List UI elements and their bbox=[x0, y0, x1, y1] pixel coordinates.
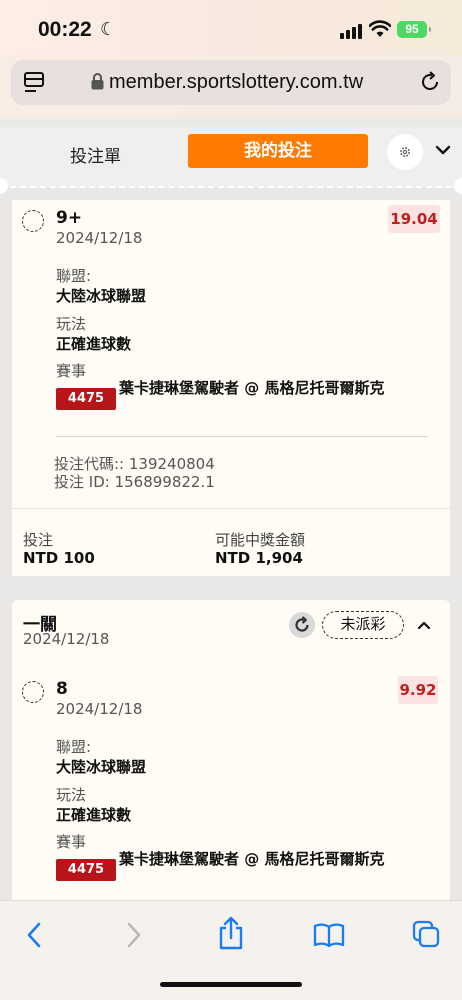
cellular-signal-icon bbox=[340, 24, 362, 39]
share-icon[interactable] bbox=[217, 916, 245, 950]
gear-icon bbox=[400, 147, 410, 157]
forward-icon[interactable] bbox=[124, 920, 144, 950]
selection-checkbox[interactable] bbox=[22, 681, 44, 703]
event-name: 葉卡捷琳堡駕駛者 @ 馬格尼托哥爾斯克 bbox=[119, 850, 385, 868]
selection-checkbox[interactable] bbox=[22, 210, 44, 232]
league-value: 大陸冰球聯盟 bbox=[56, 758, 147, 776]
market-value: 正確進球數 bbox=[56, 806, 132, 824]
selection-date: 2024/12/18 bbox=[56, 700, 143, 718]
tabs-icon[interactable] bbox=[412, 920, 440, 948]
card-footer: 投注 NTD 100 可能中獎金額 NTD 1,904 bbox=[12, 508, 450, 576]
selection-name: 8 bbox=[56, 679, 68, 699]
refresh-icon bbox=[295, 616, 309, 632]
event-code-badge: 4475 bbox=[56, 388, 116, 410]
event-name: 葉卡捷琳堡駕駛者 @ 馬格尼托哥爾斯克 bbox=[119, 379, 385, 397]
market-label: 玩法 bbox=[56, 786, 87, 804]
back-icon[interactable] bbox=[24, 920, 44, 950]
moon-icon: ☾ bbox=[100, 19, 117, 40]
market-label: 玩法 bbox=[56, 315, 87, 333]
browser-chrome: member.sportslottery.com.tw bbox=[0, 55, 462, 117]
settings-button[interactable] bbox=[387, 134, 423, 170]
chevron-up-icon[interactable] bbox=[417, 620, 431, 630]
lock-icon bbox=[91, 73, 104, 90]
battery-icon: 95 bbox=[397, 21, 431, 38]
event-label: 賽事 bbox=[56, 833, 87, 851]
home-indicator bbox=[160, 982, 302, 987]
chevron-down-icon[interactable] bbox=[435, 144, 451, 156]
bet-card: 一關 2024/12/18 未派彩 8 2024/12/18 9.92 聯盟: … bbox=[12, 600, 450, 910]
status-badge: 未派彩 bbox=[322, 611, 404, 639]
refresh-button[interactable] bbox=[289, 612, 315, 638]
market-value: 正確進球數 bbox=[56, 335, 132, 353]
odds-badge: 9.92 bbox=[398, 676, 438, 704]
dashed-divider bbox=[10, 186, 452, 188]
event-label: 賽事 bbox=[56, 362, 87, 380]
bet-panel-header: 投注單 我的投注 bbox=[0, 117, 462, 194]
stake-value: NTD 100 bbox=[23, 549, 95, 567]
selection-name: 9+ bbox=[56, 208, 83, 228]
bookmarks-icon[interactable] bbox=[313, 922, 345, 948]
status-bar: 00:22 ☾ 95 bbox=[0, 0, 462, 60]
payout-label: 可能中獎金額 bbox=[215, 531, 306, 549]
tab-betslip[interactable]: 投注單 bbox=[70, 142, 121, 167]
event-code-badge: 4475 bbox=[56, 859, 116, 881]
odds-badge: 19.04 bbox=[388, 205, 440, 233]
payout-value: NTD 1,904 bbox=[215, 549, 303, 567]
tab-my-bets[interactable]: 我的投注 bbox=[188, 134, 368, 168]
league-label: 聯盟: bbox=[56, 267, 92, 285]
league-value: 大陸冰球聯盟 bbox=[56, 287, 147, 305]
league-label: 聯盟: bbox=[56, 738, 92, 756]
reload-icon[interactable] bbox=[419, 71, 441, 93]
bet-id: 投注 ID: 156899822.1 bbox=[54, 473, 215, 491]
bet-card: 9+ 2024/12/18 19.04 聯盟: 大陸冰球聯盟 玩法 正確進球數 … bbox=[12, 200, 450, 576]
url-text: member.sportslottery.com.tw bbox=[109, 71, 364, 93]
selection-date: 2024/12/18 bbox=[56, 229, 143, 247]
divider bbox=[56, 436, 428, 437]
status-time: 00:22 bbox=[38, 18, 92, 41]
stake-label: 投注 bbox=[23, 531, 54, 549]
bet-date: 2024/12/18 bbox=[23, 630, 110, 648]
address-bar[interactable]: member.sportslottery.com.tw bbox=[11, 60, 451, 105]
page-menu-icon[interactable] bbox=[24, 72, 44, 94]
wifi-icon bbox=[369, 20, 391, 37]
